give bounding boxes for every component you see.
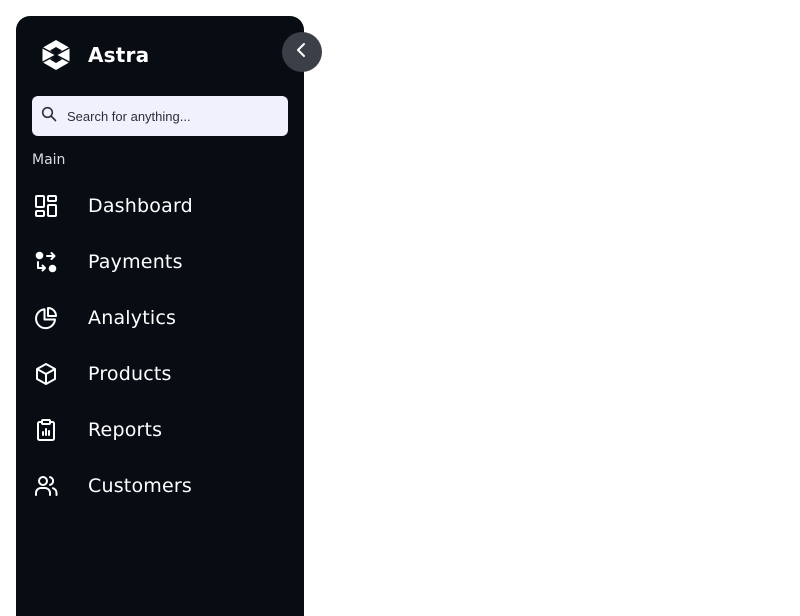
dashboard-grid-icon <box>34 194 58 218</box>
sidebar-item-label: Products <box>88 363 172 385</box>
box-icon <box>34 362 58 386</box>
collapse-sidebar-button[interactable] <box>282 32 322 72</box>
chevron-left-icon <box>295 42 309 63</box>
sidebar-item-label: Reports <box>88 419 163 441</box>
section-label-main: Main <box>32 152 66 168</box>
search-icon <box>41 106 57 127</box>
sidebar-item-label: Dashboard <box>88 195 193 217</box>
sidebar-item-label: Payments <box>88 251 183 273</box>
sidebar-item-dashboard[interactable]: Dashboard <box>16 178 304 234</box>
users-icon <box>34 474 58 498</box>
sidebar-item-label: Analytics <box>88 307 177 329</box>
transfer-icon <box>34 250 58 274</box>
sidebar-item-payments[interactable]: Payments <box>16 234 304 290</box>
sidebar-nav: Dashboard Payments Analytics Products Re… <box>16 178 304 514</box>
sidebar-item-label: Customers <box>88 475 192 497</box>
sidebar: Astra Main <box>16 16 322 616</box>
app-name: Astra <box>88 43 150 67</box>
astra-logo-icon <box>40 39 72 71</box>
sidebar-item-analytics[interactable]: Analytics <box>16 290 304 346</box>
search-box[interactable] <box>32 96 288 136</box>
sidebar-item-customers[interactable]: Customers <box>16 458 304 514</box>
sidebar-item-reports[interactable]: Reports <box>16 402 304 458</box>
pie-chart-icon <box>34 306 58 330</box>
brand[interactable]: Astra <box>40 38 149 72</box>
clipboard-chart-icon <box>34 418 58 442</box>
search-input[interactable] <box>65 107 284 125</box>
sidebar-item-products[interactable]: Products <box>16 346 304 402</box>
